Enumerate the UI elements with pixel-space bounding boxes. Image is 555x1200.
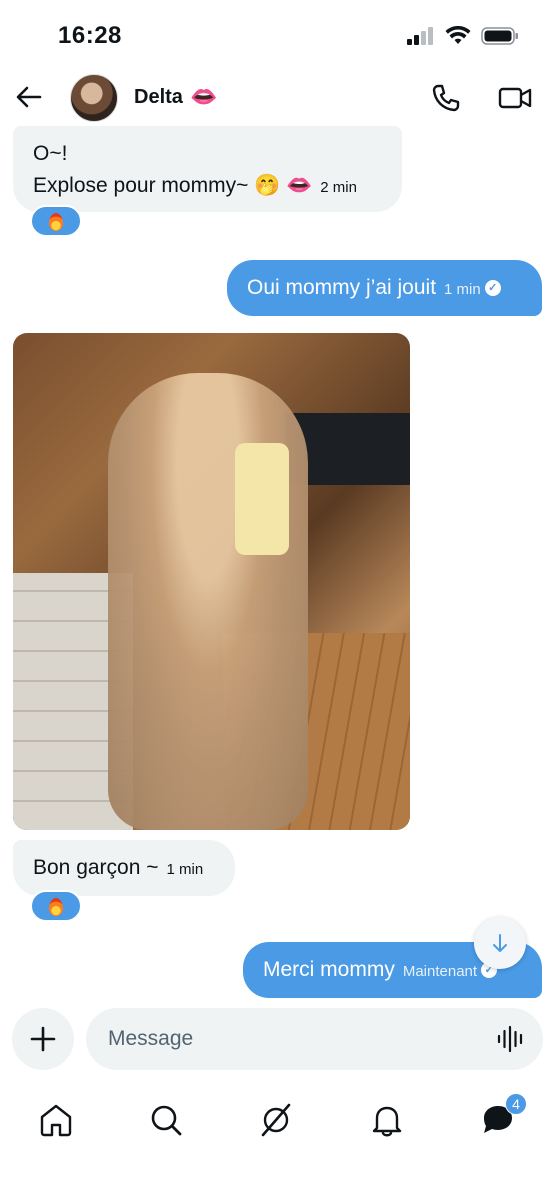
read-receipt-icon: ✓ [484,280,501,297]
chat-header: Delta 👄 [0,70,555,128]
plus-icon [30,1026,56,1052]
message-time: 1 min [444,281,481,298]
message-bubble-outgoing[interactable]: Oui mommy j’ai jouit 1 min ✓ [227,260,542,316]
messages-unread-badge: 4 [505,1093,527,1115]
message-text-line: O~! [33,142,68,165]
reaction-badge[interactable] [30,205,82,237]
message-image[interactable] [13,333,410,830]
message-time: Maintenant [402,963,478,980]
arrow-down-icon [493,934,507,952]
bottom-navigation [0,1085,555,1155]
status-bar: 16:28 [0,0,555,70]
home-indicator-area [0,1160,555,1200]
message-text: Bon garçon ~ [33,856,159,879]
message-text-line: Explose pour mommy~ 🤭 👄 [33,174,313,197]
message-time: 2 min [320,179,357,196]
grok-icon[interactable] [256,1100,296,1140]
message-input[interactable] [86,1008,543,1070]
message-text: Oui mommy j’ai jouit [247,276,437,299]
fire-reaction-icon [49,213,63,232]
video-call-icon[interactable] [498,82,532,114]
message-bubble-incoming[interactable]: Bon garçon ~ 1 min [13,840,235,896]
cellular-signal-icon [407,27,433,45]
contact-name[interactable]: Delta [134,86,183,109]
status-time: 16:28 [58,22,122,49]
search-icon[interactable] [146,1100,186,1140]
contact-avatar[interactable] [70,74,118,122]
phone-call-icon[interactable] [430,82,462,114]
lips-emoji: 👄 [190,84,218,109]
wifi-icon [445,26,471,44]
voice-message-icon[interactable] [496,1024,526,1054]
message-text: Merci mommy [263,958,395,981]
message-bubble-incoming[interactable]: O~! Explose pour mommy~ 🤭 👄 2 min [13,126,402,212]
home-icon[interactable] [36,1100,76,1140]
battery-icon [481,27,518,45]
message-time: 1 min [166,861,204,878]
status-icons [407,26,519,46]
back-arrow-icon[interactable] [14,82,44,112]
image-detail [108,373,308,830]
fire-reaction-icon [49,898,63,917]
scroll-to-bottom-button[interactable] [474,917,526,969]
add-attachment-button[interactable] [12,1008,74,1070]
notifications-icon[interactable] [367,1100,407,1140]
reaction-badge[interactable] [30,890,82,922]
image-detail [235,443,289,555]
